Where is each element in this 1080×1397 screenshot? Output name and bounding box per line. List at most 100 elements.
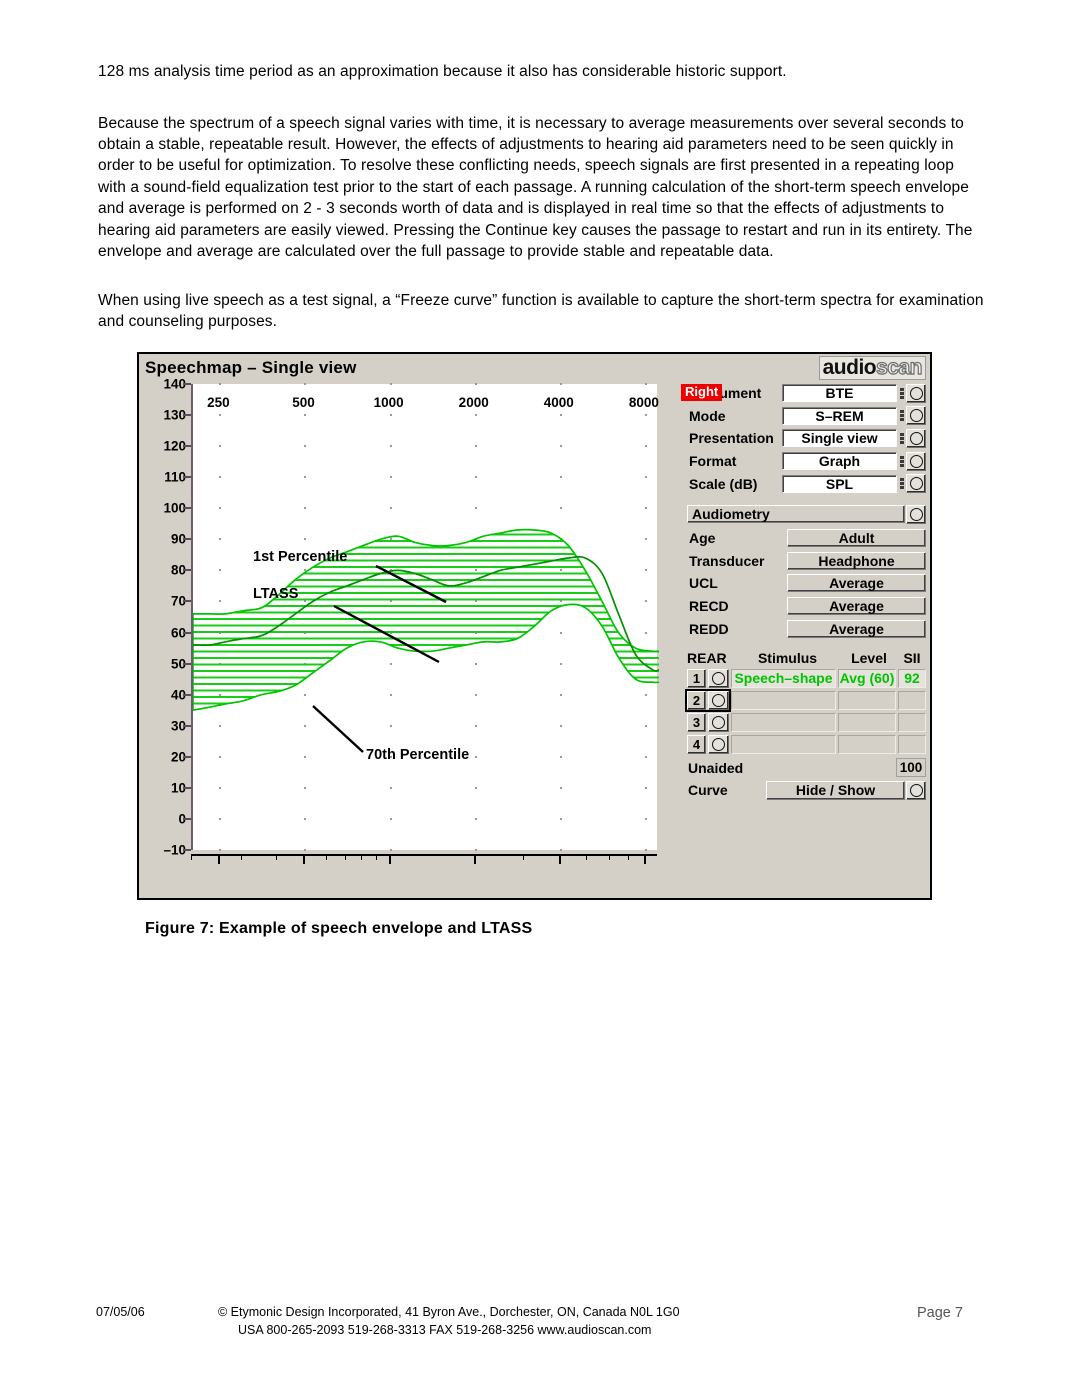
rotary-knob-icon[interactable] (906, 383, 926, 403)
audiometry-rotary-knob-icon[interactable] (906, 504, 926, 524)
audiometry-label: RECD (689, 598, 729, 615)
rear-row-number[interactable]: 1 (687, 669, 706, 689)
rear-row-selector[interactable]: 4 (687, 735, 729, 755)
rotary-knob-icon[interactable] (906, 428, 926, 448)
audiometry-row-ucl: UCL Average (687, 572, 926, 595)
rear-level-cell[interactable] (838, 735, 896, 755)
rear-row-number[interactable]: 4 (687, 735, 706, 755)
audiometry-row-recd: RECD Average (687, 595, 926, 618)
rear-stimulus-cell[interactable] (731, 735, 836, 755)
rear-table-body: 1 Speech–shape Avg (60) 92 2 3 4 (685, 668, 926, 756)
x-axis-minor-tick (325, 854, 327, 860)
y-axis-tick-mark (183, 569, 191, 572)
audiometry-label: Age (689, 530, 716, 547)
unaided-value[interactable]: 100 (896, 758, 926, 778)
audiometry-header-label: Audiometry (687, 505, 905, 524)
ear-badge[interactable]: Right (681, 384, 723, 401)
footer-copyright-line1: © Etymonic Design Incorporated, 41 Byron… (218, 1305, 680, 1319)
y-axis-tick-mark (183, 724, 191, 727)
plot-area (191, 383, 659, 851)
x-axis-minor-tick (276, 854, 278, 860)
y-axis-tick-mark (183, 538, 191, 541)
unaided-label: Unaided (688, 759, 744, 776)
rear-sii-cell[interactable] (898, 713, 926, 733)
setting-label: Presentation (689, 430, 774, 447)
x-axis-minor-tick (608, 854, 610, 860)
x-axis-minor-tick (375, 854, 377, 860)
rear-stimulus-cell[interactable] (731, 713, 836, 733)
x-axis-minor-tick (523, 854, 525, 860)
spinner-grip-icon[interactable] (898, 407, 905, 425)
rotary-knob-icon[interactable] (708, 735, 729, 755)
rear-row-selector[interactable]: 1 (687, 669, 729, 689)
rear-level-cell[interactable] (838, 713, 896, 733)
rear-row-number[interactable]: 3 (687, 713, 706, 733)
y-axis-tick-mark (183, 755, 191, 758)
footer-copyright-line2: USA 800-265-2093 519-268-3313 FAX 519-26… (238, 1323, 652, 1337)
y-axis-tick-mark (183, 414, 191, 417)
setting-value[interactable]: BTE (782, 384, 897, 403)
x-axis-minor-tick (240, 854, 242, 860)
figure-caption: Figure 7: Example of speech envelope and… (145, 920, 533, 937)
footer-date: 07/05/06 (96, 1305, 145, 1319)
rear-row: 3 (687, 712, 926, 734)
spinner-grip-icon[interactable] (898, 452, 905, 470)
rotary-knob-icon[interactable] (906, 451, 926, 471)
rotary-knob-icon[interactable] (906, 406, 926, 426)
rear-stimulus-cell[interactable]: Speech–shape (731, 669, 836, 689)
audiometry-group: Age Adult Transducer Headphone UCL Average REC… (687, 527, 926, 640)
rear-level-cell[interactable]: Avg (60) (838, 669, 896, 689)
audiometry-value[interactable]: Average (787, 597, 926, 616)
rear-table-header: REAR Stimulus Level SII (687, 649, 926, 668)
setting-value[interactable]: Single view (782, 429, 897, 448)
rotary-knob-icon[interactable] (708, 713, 729, 733)
x-axis-tick-label: 2000 (458, 395, 489, 410)
setting-value[interactable]: SPL (782, 474, 897, 493)
envelope-curves (193, 528, 659, 712)
rotary-knob-icon[interactable] (708, 669, 729, 689)
audiometry-value[interactable]: Headphone (787, 551, 926, 570)
audiometry-label: UCL (689, 575, 718, 592)
rear-header-stimulus: Stimulus (757, 650, 818, 667)
x-axis-major-tick (218, 854, 221, 864)
spinner-grip-icon[interactable] (898, 384, 905, 402)
annotation-label: LTASS (253, 586, 299, 602)
rear-row-selector[interactable]: 2 (685, 689, 731, 713)
rear-row-number[interactable]: 2 (687, 691, 706, 711)
x-axis-minor-tick (361, 854, 363, 860)
x-axis-minor-tick (586, 854, 588, 860)
setting-value[interactable]: Graph (782, 452, 897, 471)
audiometry-value[interactable]: Adult (787, 529, 926, 548)
rotary-knob-icon[interactable] (906, 474, 926, 494)
x-axis-major-tick (643, 854, 646, 864)
x-axis-tick-label: 8000 (628, 395, 659, 410)
setting-label: Scale (dB) (689, 475, 758, 492)
rotary-knob-icon[interactable] (708, 691, 729, 711)
rear-sii-cell[interactable] (898, 735, 926, 755)
rear-row-selector[interactable]: 3 (687, 713, 729, 733)
rear-stimulus-cell[interactable] (731, 691, 836, 711)
rear-sii-cell[interactable] (898, 691, 926, 711)
x-axis-minor-tick (627, 854, 629, 860)
spinner-grip-icon[interactable] (898, 429, 905, 447)
y-axis-tick-mark (183, 445, 191, 448)
audiometry-row-age: Age Adult (687, 527, 926, 550)
device-title: Speechmap – Single view (145, 358, 357, 377)
setting-row-presentation: Presentation Single view (687, 427, 926, 450)
rear-row: 4 (687, 734, 926, 756)
speech-envelope-band (193, 529, 659, 711)
rear-level-cell[interactable] (838, 691, 896, 711)
curve-hide-show-button[interactable]: Hide / Show (766, 780, 905, 800)
spinner-grip-icon[interactable] (898, 475, 905, 493)
audiometry-value[interactable]: Average (787, 619, 926, 638)
curve-rotary-knob-icon[interactable] (906, 780, 926, 800)
x-axis-tick-label: 250 (207, 395, 230, 410)
audiometry-row-transducer: Transducer Headphone (687, 550, 926, 573)
setting-value[interactable]: S–REM (782, 406, 897, 425)
settings-group: Instrument BTE Mode S–REM Presentation Single… (687, 382, 926, 495)
logo-text-scan: scan (876, 356, 924, 379)
audiometry-header-row: Audiometry (687, 504, 926, 525)
rear-sii-cell[interactable]: 92 (898, 669, 926, 689)
audiometry-value[interactable]: Average (787, 574, 926, 593)
